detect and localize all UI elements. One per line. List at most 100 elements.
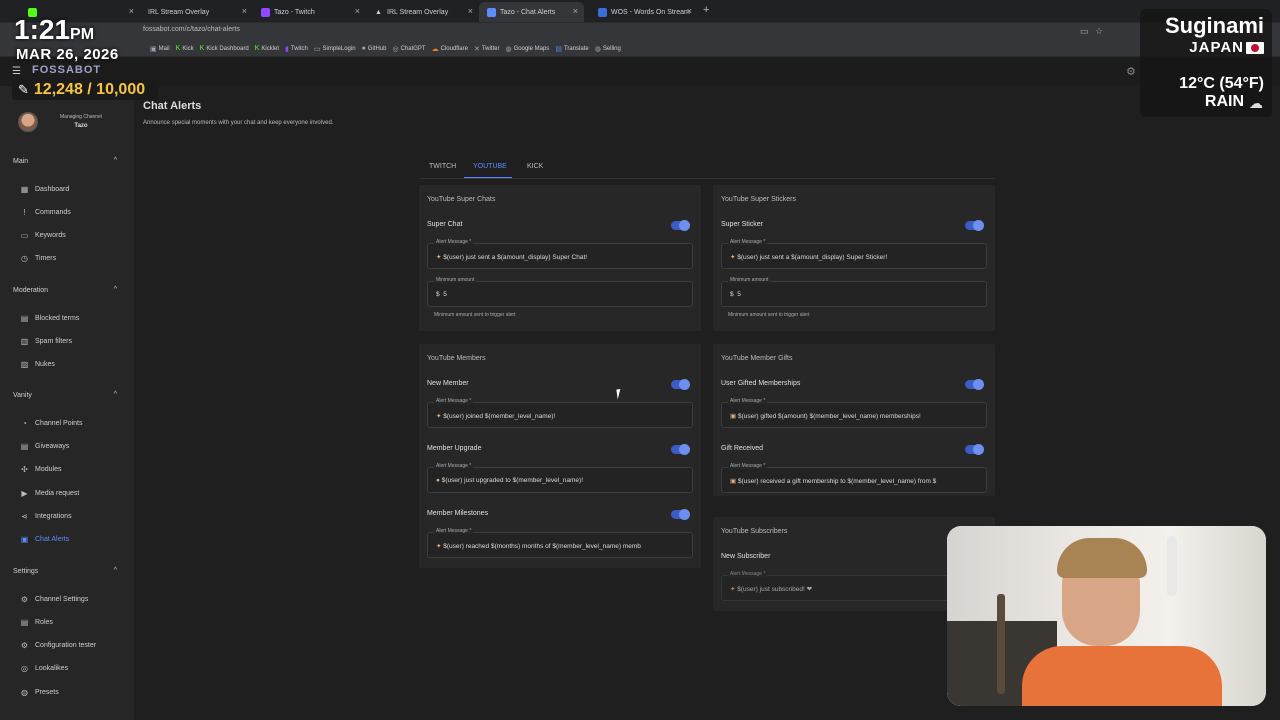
sidebar-item-giveaways[interactable]: ▤ Giveaways	[20, 442, 125, 451]
sidebar-item-chat-alerts[interactable]: ▣ Chat Alerts	[20, 535, 125, 544]
sidebar-item-integrations[interactable]: ⋖ Integrations	[20, 512, 125, 521]
sidebar-section-vanity[interactable]: Vanity ^	[13, 391, 117, 399]
exclamation-icon: !	[23, 208, 26, 217]
sidebar-item-configuration-tester[interactable]: ⚙ Configuration tester	[20, 641, 125, 650]
card-title: YouTube Super Stickers	[721, 196, 796, 203]
close-icon[interactable]: ×	[355, 6, 360, 16]
bookmark-item[interactable]: K Kick Dashboard	[200, 45, 249, 52]
close-icon[interactable]: ×	[468, 6, 473, 16]
wos-icon	[598, 7, 607, 17]
address-bar[interactable]: fossabot.com/c/tazo/chat-alerts ▭ ☆	[0, 23, 1280, 41]
card-super-chats: YouTube Super Chats Super Chat Alert Mes…	[419, 185, 701, 331]
overlay-temperature: 12°C (54°F)	[1179, 75, 1264, 92]
bookmark-item[interactable]: K Kick	[176, 45, 194, 52]
sidebar-item-spam-filters[interactable]: ▥ Spam filters	[20, 337, 125, 346]
browser-tab[interactable]: IRL Stream Overlay ×	[140, 2, 253, 22]
sidebar-section-moderation[interactable]: Moderation ^	[13, 286, 117, 294]
bookmark-item[interactable]: ▣ Mail	[150, 45, 170, 53]
sidebar-item-channel-settings[interactable]: ⚙ Channel Settings	[20, 595, 125, 604]
bookmark-star-icon[interactable]: ☆	[1095, 26, 1103, 37]
super-sticker-min-amount-field[interactable]: Minimum amount $ 5	[721, 277, 987, 307]
super-chat-label: Super Chat	[427, 221, 463, 228]
super-chat-min-amount-field[interactable]: Minimum amount $ 5	[427, 277, 693, 307]
overlay-ampm: PM	[70, 26, 95, 43]
bookmark-item[interactable]: ▭ SimpleLogin	[314, 45, 356, 53]
user-gifted-alert-field[interactable]: Alert Message * ▣ $(user) gifted $(amoun…	[721, 398, 987, 428]
new-tab-button[interactable]: +	[703, 4, 709, 16]
tab-divider	[420, 178, 995, 179]
settings-icon[interactable]: ⚙	[1126, 65, 1136, 78]
gift-received-toggle[interactable]	[965, 444, 984, 455]
sidebar-item-media-request[interactable]: ▶ Media request	[20, 489, 125, 498]
card-members: YouTube Members New Member Alert Message…	[419, 344, 701, 568]
gift-received-alert-field[interactable]: Alert Message * ▣ $(user) received a gif…	[721, 463, 987, 493]
tester-icon: ⚙	[20, 641, 29, 650]
profile-name: Tazo	[74, 123, 88, 129]
tab-kick[interactable]: KICK	[527, 163, 543, 170]
browser-tab-active[interactable]: Tazo - Chat Alerts ×	[479, 2, 584, 22]
new-member-toggle[interactable]	[671, 379, 690, 390]
super-chat-toggle[interactable]	[671, 220, 690, 231]
bookmark-item[interactable]: ● GitHub	[362, 45, 387, 52]
cloudflare-icon: ☁	[431, 45, 439, 53]
super-sticker-alert-field[interactable]: Alert Message * ✦ $(user) just sent a $(…	[721, 239, 987, 269]
close-icon[interactable]: ×	[573, 6, 578, 16]
overlay-time: 1:21	[14, 14, 71, 45]
gift-received-label: Gift Received	[721, 445, 764, 452]
sidebar-item-blocked-terms[interactable]: ▤ Blocked terms	[20, 314, 125, 323]
microphone-stand	[997, 594, 1005, 694]
bookmark-item[interactable]: ✕ Twitter	[474, 45, 500, 53]
tab-youtube[interactable]: YOUTUBE	[473, 163, 507, 170]
new-member-label: New Member	[427, 380, 469, 387]
sidebar-item-nukes[interactable]: ▨ Nukes	[20, 360, 125, 369]
member-milestones-toggle[interactable]	[671, 509, 690, 520]
sidebar-section-settings[interactable]: Settings ^	[13, 567, 117, 575]
sidebar-item-keywords[interactable]: ▭ Keywords	[20, 231, 125, 240]
nuke-icon: ▨	[20, 360, 29, 369]
bookmark-item[interactable]: ◎ ChatGPT	[392, 45, 425, 53]
member-upgrade-alert-field[interactable]: Alert Message * ● $(user) just upgraded …	[427, 463, 693, 493]
overlay-country: JAPAN	[1189, 39, 1244, 56]
super-sticker-toggle[interactable]	[965, 220, 984, 231]
user-gifted-memberships-label: User Gifted Memberships	[721, 380, 801, 387]
sidebar-item-timers[interactable]: ◷ Timers	[20, 254, 125, 263]
url-text[interactable]: fossabot.com/c/tazo/chat-alerts	[143, 26, 240, 33]
bookmark-item[interactable]: ▤ Translate	[555, 45, 588, 53]
tab-twitch[interactable]: TWITCH	[429, 163, 456, 170]
channel-profile[interactable]: Managing Channel Tazo	[18, 112, 128, 140]
bookmarks-bar: ▣ Mail K Kick K Kick Dashboard K Kicklet ▮ Tw…	[0, 41, 1280, 57]
sidebar-item-commands[interactable]: ! Commands	[20, 208, 125, 217]
sidebar-item-presets[interactable]: ◍ Presets	[20, 688, 125, 697]
counter-value: 12,248 / 10,000	[33, 80, 146, 98]
close-icon[interactable]: ×	[687, 6, 692, 16]
mail-icon: ▣	[150, 45, 157, 53]
browser-tab[interactable]: Tazo - Twitch ×	[253, 2, 366, 22]
points-icon: ◔	[22, 419, 27, 428]
sidebar-item-lookalikes[interactable]: ◎ Lookalikes	[20, 664, 125, 673]
bookmark-item[interactable]: ◍ Google Maps	[506, 45, 550, 53]
member-milestones-alert-field[interactable]: Alert Message * ✦ $(user) reached $(mont…	[427, 528, 693, 558]
close-icon[interactable]: ×	[242, 6, 247, 16]
member-upgrade-toggle[interactable]	[671, 444, 690, 455]
sidebar-item-modules[interactable]: ✣ Modules	[20, 465, 125, 474]
browser-tab[interactable]: ▲ IRL Stream Overlay ×	[366, 2, 479, 22]
super-chat-alert-field[interactable]: Alert Message * ✦ $(user) just sent a $(…	[427, 239, 693, 269]
card-member-gifts: YouTube Member Gifts User Gifted Members…	[713, 344, 995, 496]
chevron-up-icon: ^	[113, 567, 117, 574]
chevron-up-icon: ^	[113, 391, 117, 398]
bookmark-item[interactable]: ☁ Cloudflare	[432, 45, 468, 53]
install-icon[interactable]: ▭	[1080, 26, 1089, 37]
sidebar: Managing Channel Tazo Main ^ ▦ Dashboard !…	[0, 86, 134, 720]
min-amount-hint: Minimum amount sent to trigger alert	[728, 312, 810, 318]
bookmark-item[interactable]: K Kicklet	[255, 45, 279, 52]
sidebar-item-roles[interactable]: ▤ Roles	[20, 618, 125, 627]
browser-tab[interactable]: WOS - Words On Stream ×	[590, 2, 698, 22]
sidebar-item-channel-points[interactable]: ◔ Channel Points	[20, 419, 125, 428]
globe-icon: ◍	[594, 45, 601, 53]
sidebar-item-dashboard[interactable]: ▦ Dashboard	[20, 185, 125, 194]
bookmark-item[interactable]: ◍ Selling	[595, 45, 621, 53]
new-member-alert-field[interactable]: Alert Message * ✦ $(user) joined $(membe…	[427, 398, 693, 428]
bookmark-item[interactable]: ▮ Twitch	[285, 45, 308, 53]
user-gifted-memberships-toggle[interactable]	[965, 379, 984, 390]
sidebar-section-main[interactable]: Main ^	[13, 157, 117, 165]
